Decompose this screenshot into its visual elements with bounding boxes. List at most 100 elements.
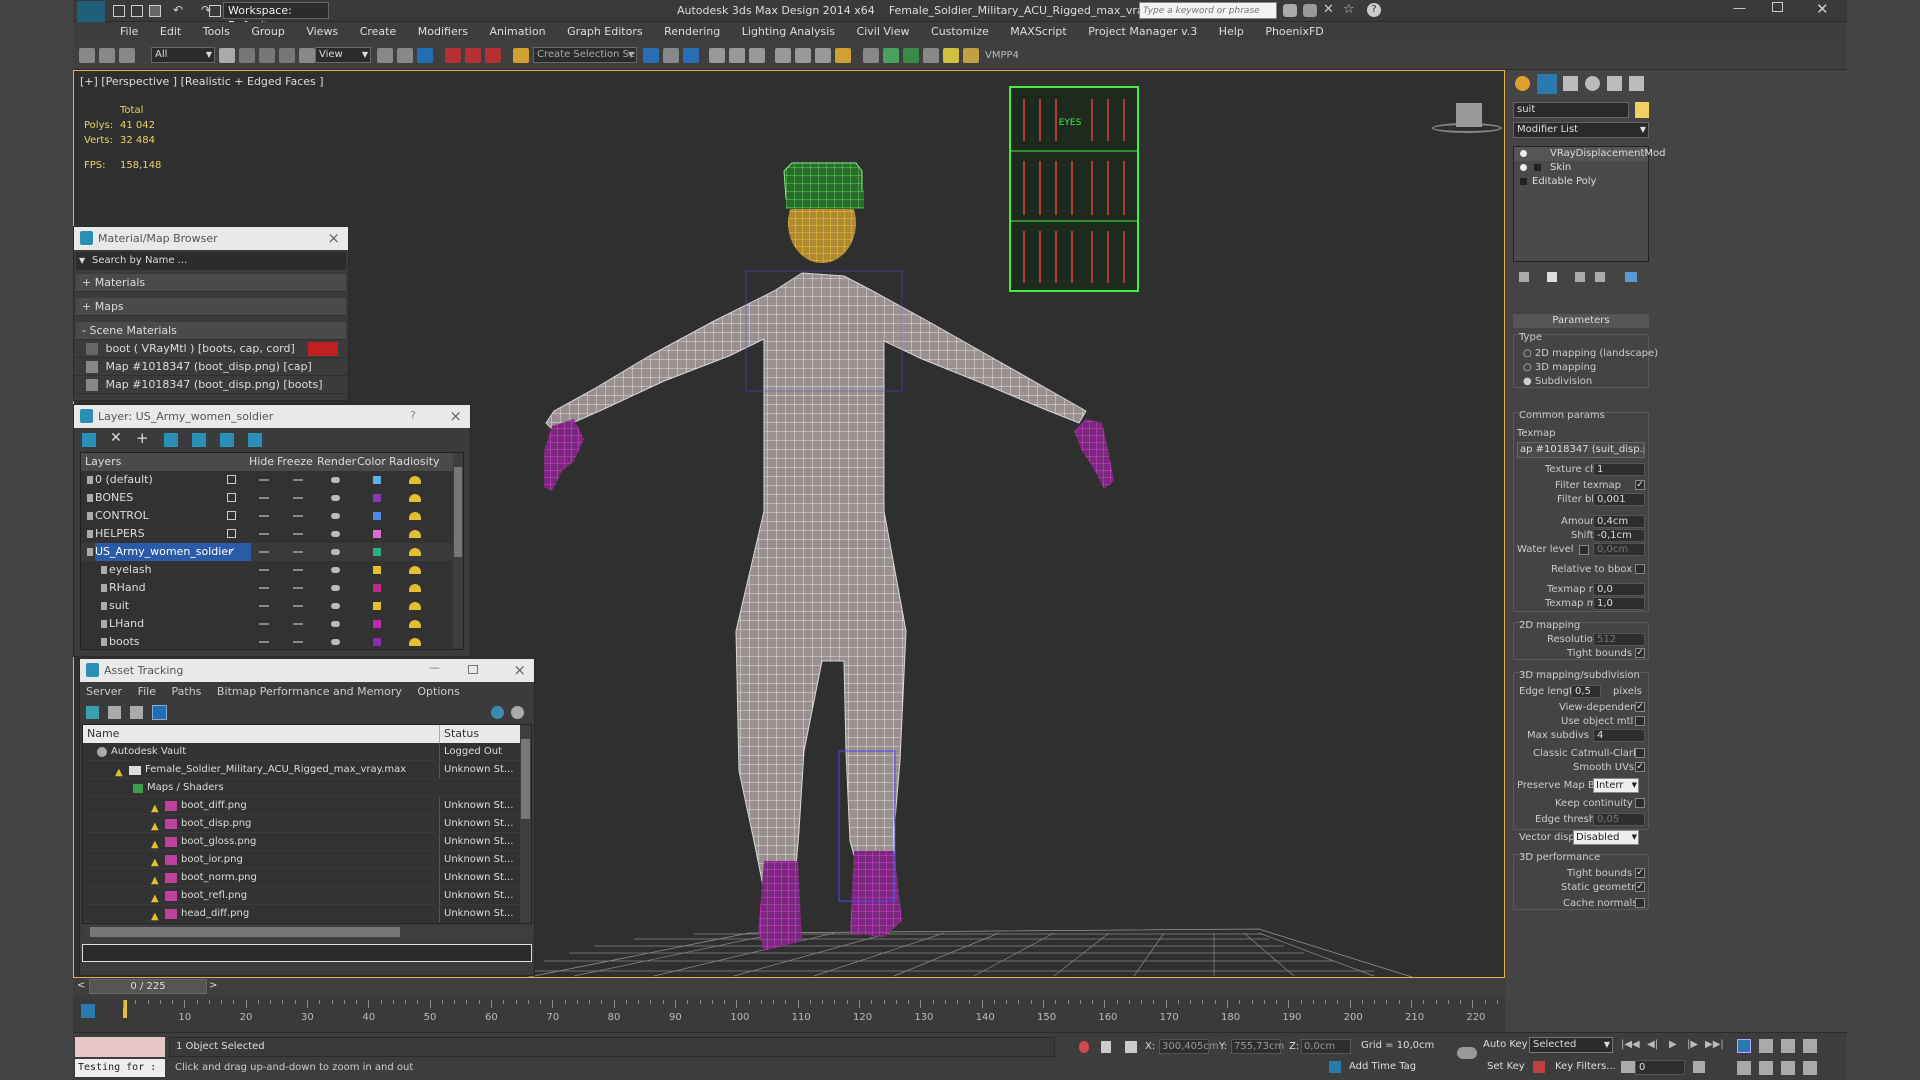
material-item[interactable]: Map #1018347 (boot_disp.png) [cap] xyxy=(74,358,348,376)
hide-all-icon[interactable] xyxy=(220,433,234,447)
pan-icon[interactable] xyxy=(1759,1061,1773,1075)
classic-catmull-checkbox[interactable] xyxy=(1635,748,1645,758)
isolate-icon[interactable] xyxy=(1079,1041,1089,1053)
texmap-max-spinner[interactable]: 1,0 xyxy=(1593,597,1645,610)
rect-selection-icon[interactable] xyxy=(259,48,275,63)
next-key-icon[interactable]: |▶ xyxy=(1687,1039,1698,1050)
radiosity-icon[interactable] xyxy=(409,494,421,502)
tight-bounds-checkbox[interactable]: ✓ xyxy=(1635,648,1645,658)
hide-toggle[interactable] xyxy=(259,597,269,615)
layer-active-checkbox[interactable] xyxy=(227,475,236,484)
close-icon[interactable]: × xyxy=(327,229,340,247)
asset-row[interactable]: ▲ boot_norm.png Unknown St... xyxy=(83,869,531,887)
search-field[interactable] xyxy=(1139,2,1277,19)
static-geometry-checkbox[interactable]: ✓ xyxy=(1635,882,1645,892)
layer-name[interactable]: BONES xyxy=(95,489,133,507)
select-object-icon[interactable] xyxy=(219,48,235,63)
layer-name[interactable]: 0 (default) xyxy=(95,471,153,489)
asset-menu-bitmap[interactable]: Bitmap Performance and Memory xyxy=(217,685,402,698)
layer-row[interactable]: BONES xyxy=(81,489,463,507)
menu-project-manager[interactable]: Project Manager v.3 xyxy=(1079,22,1206,38)
layer-active-checkbox[interactable] xyxy=(227,511,236,520)
make-unique-icon[interactable] xyxy=(1575,272,1585,282)
col-layers[interactable]: Layers xyxy=(85,453,121,471)
stack-item-editable-poly[interactable]: Editable Poly xyxy=(1514,175,1648,189)
asset-hscroll[interactable] xyxy=(82,926,532,938)
layer-row[interactable]: US_Army_women_soldier ✓ xyxy=(81,543,463,561)
close-icon[interactable]: × xyxy=(449,407,462,425)
schematic-view-icon[interactable] xyxy=(749,48,765,63)
hide-toggle[interactable] xyxy=(259,507,269,525)
layer-name[interactable]: HELPERS xyxy=(95,525,145,543)
asset-menu-file[interactable]: File xyxy=(138,685,156,698)
vray-frame-icon[interactable] xyxy=(863,48,879,63)
edge-length-spinner[interactable]: 0,5 xyxy=(1571,685,1601,698)
expand-icon[interactable] xyxy=(1520,178,1527,185)
key-filters-button[interactable]: Key Filters... xyxy=(1555,1061,1616,1072)
fov-icon[interactable] xyxy=(1737,1061,1751,1075)
close-icon[interactable]: × xyxy=(513,661,526,679)
freeze-toggle[interactable] xyxy=(293,471,303,489)
col-radiosity[interactable]: Radiosity xyxy=(389,453,440,471)
layer-color-swatch[interactable] xyxy=(373,507,381,525)
layer-color-swatch[interactable] xyxy=(373,633,381,649)
freeze-toggle[interactable] xyxy=(293,543,303,561)
layer-color-swatch[interactable] xyxy=(373,579,381,597)
hide-toggle[interactable] xyxy=(259,633,269,649)
maxscript-listener[interactable] xyxy=(75,1037,165,1057)
filter-texmap-checkbox[interactable]: ✓ xyxy=(1635,480,1645,490)
menu-rendering[interactable]: Rendering xyxy=(655,22,729,38)
go-to-end-icon[interactable]: ▶▶| xyxy=(1705,1039,1724,1050)
menu-graph-editors[interactable]: Graph Editors xyxy=(558,22,652,38)
radiosity-icon[interactable] xyxy=(409,548,421,556)
undo-icon[interactable]: ↶ xyxy=(173,3,183,17)
layer-name[interactable]: suit xyxy=(109,597,129,615)
radiosity-icon[interactable] xyxy=(409,566,421,574)
material-editor-icon[interactable] xyxy=(775,48,791,63)
time-slider[interactable]: < 0 / 225 > xyxy=(73,978,1505,996)
menu-customize[interactable]: Customize xyxy=(922,22,998,38)
search-input[interactable] xyxy=(1140,4,1270,18)
menu-edit[interactable]: Edit xyxy=(151,22,190,38)
save-icon[interactable] xyxy=(149,5,161,17)
menu-create[interactable]: Create xyxy=(351,22,406,38)
lock-selection-icon[interactable] xyxy=(1101,1041,1111,1053)
object-color-swatch[interactable] xyxy=(1635,102,1649,118)
create-tab-icon[interactable] xyxy=(1515,76,1530,91)
auto-key-button[interactable]: Auto Key xyxy=(1483,1039,1528,1050)
layer-color-swatch[interactable] xyxy=(373,615,381,633)
time-config-icon[interactable] xyxy=(1693,1061,1705,1073)
layer-row[interactable]: HELPERS xyxy=(81,525,463,543)
menu-civil-view[interactable]: Civil View xyxy=(848,22,919,38)
delete-layer-icon[interactable]: ✕ xyxy=(110,430,122,446)
col-color[interactable]: Color xyxy=(357,453,386,471)
go-to-start-icon[interactable]: |◀◀ xyxy=(1621,1039,1640,1050)
vector-disp-dropdown[interactable]: Disabled ▼ xyxy=(1573,830,1639,845)
select-move-icon[interactable] xyxy=(299,48,315,63)
zoom-icon[interactable] xyxy=(1737,1039,1751,1053)
col-name[interactable]: Name xyxy=(87,725,119,743)
x-coordinate-field[interactable]: 300,405cm xyxy=(1159,1039,1219,1054)
menu-maxscript[interactable]: MAXScript xyxy=(1001,22,1075,38)
freeze-toggle[interactable] xyxy=(293,615,303,633)
layer-name[interactable]: LHand xyxy=(109,615,144,633)
freeze-toggle[interactable] xyxy=(293,579,303,597)
percent-snap-icon[interactable] xyxy=(485,48,501,63)
maximize-button[interactable] xyxy=(1772,2,1783,12)
stack-item-skin[interactable]: Skin xyxy=(1514,161,1648,175)
detail-view-icon[interactable] xyxy=(130,706,143,719)
freeze-toggle[interactable] xyxy=(293,489,303,507)
maximize-viewport-icon[interactable] xyxy=(1803,1061,1817,1075)
relative-bbox-checkbox[interactable] xyxy=(1635,564,1645,574)
col-freeze[interactable]: Freeze xyxy=(277,453,313,471)
key-icon[interactable] xyxy=(1303,4,1317,17)
vray-light-icon[interactable] xyxy=(943,48,959,63)
section-scene-materials[interactable]: - Scene Materials xyxy=(76,322,346,340)
asset-row[interactable]: Maps / Shaders xyxy=(83,779,531,797)
play-icon[interactable]: ▶ xyxy=(1669,1039,1677,1050)
hierarchy-tab-icon[interactable] xyxy=(1563,76,1578,91)
texmap-button[interactable]: ap #1018347 (suit_disp.png) xyxy=(1517,442,1645,458)
key-filter-icon[interactable] xyxy=(1533,1061,1545,1073)
prev-frame-button[interactable]: < xyxy=(77,980,85,991)
selection-filter-dropdown[interactable]: All ▼ xyxy=(151,47,215,63)
